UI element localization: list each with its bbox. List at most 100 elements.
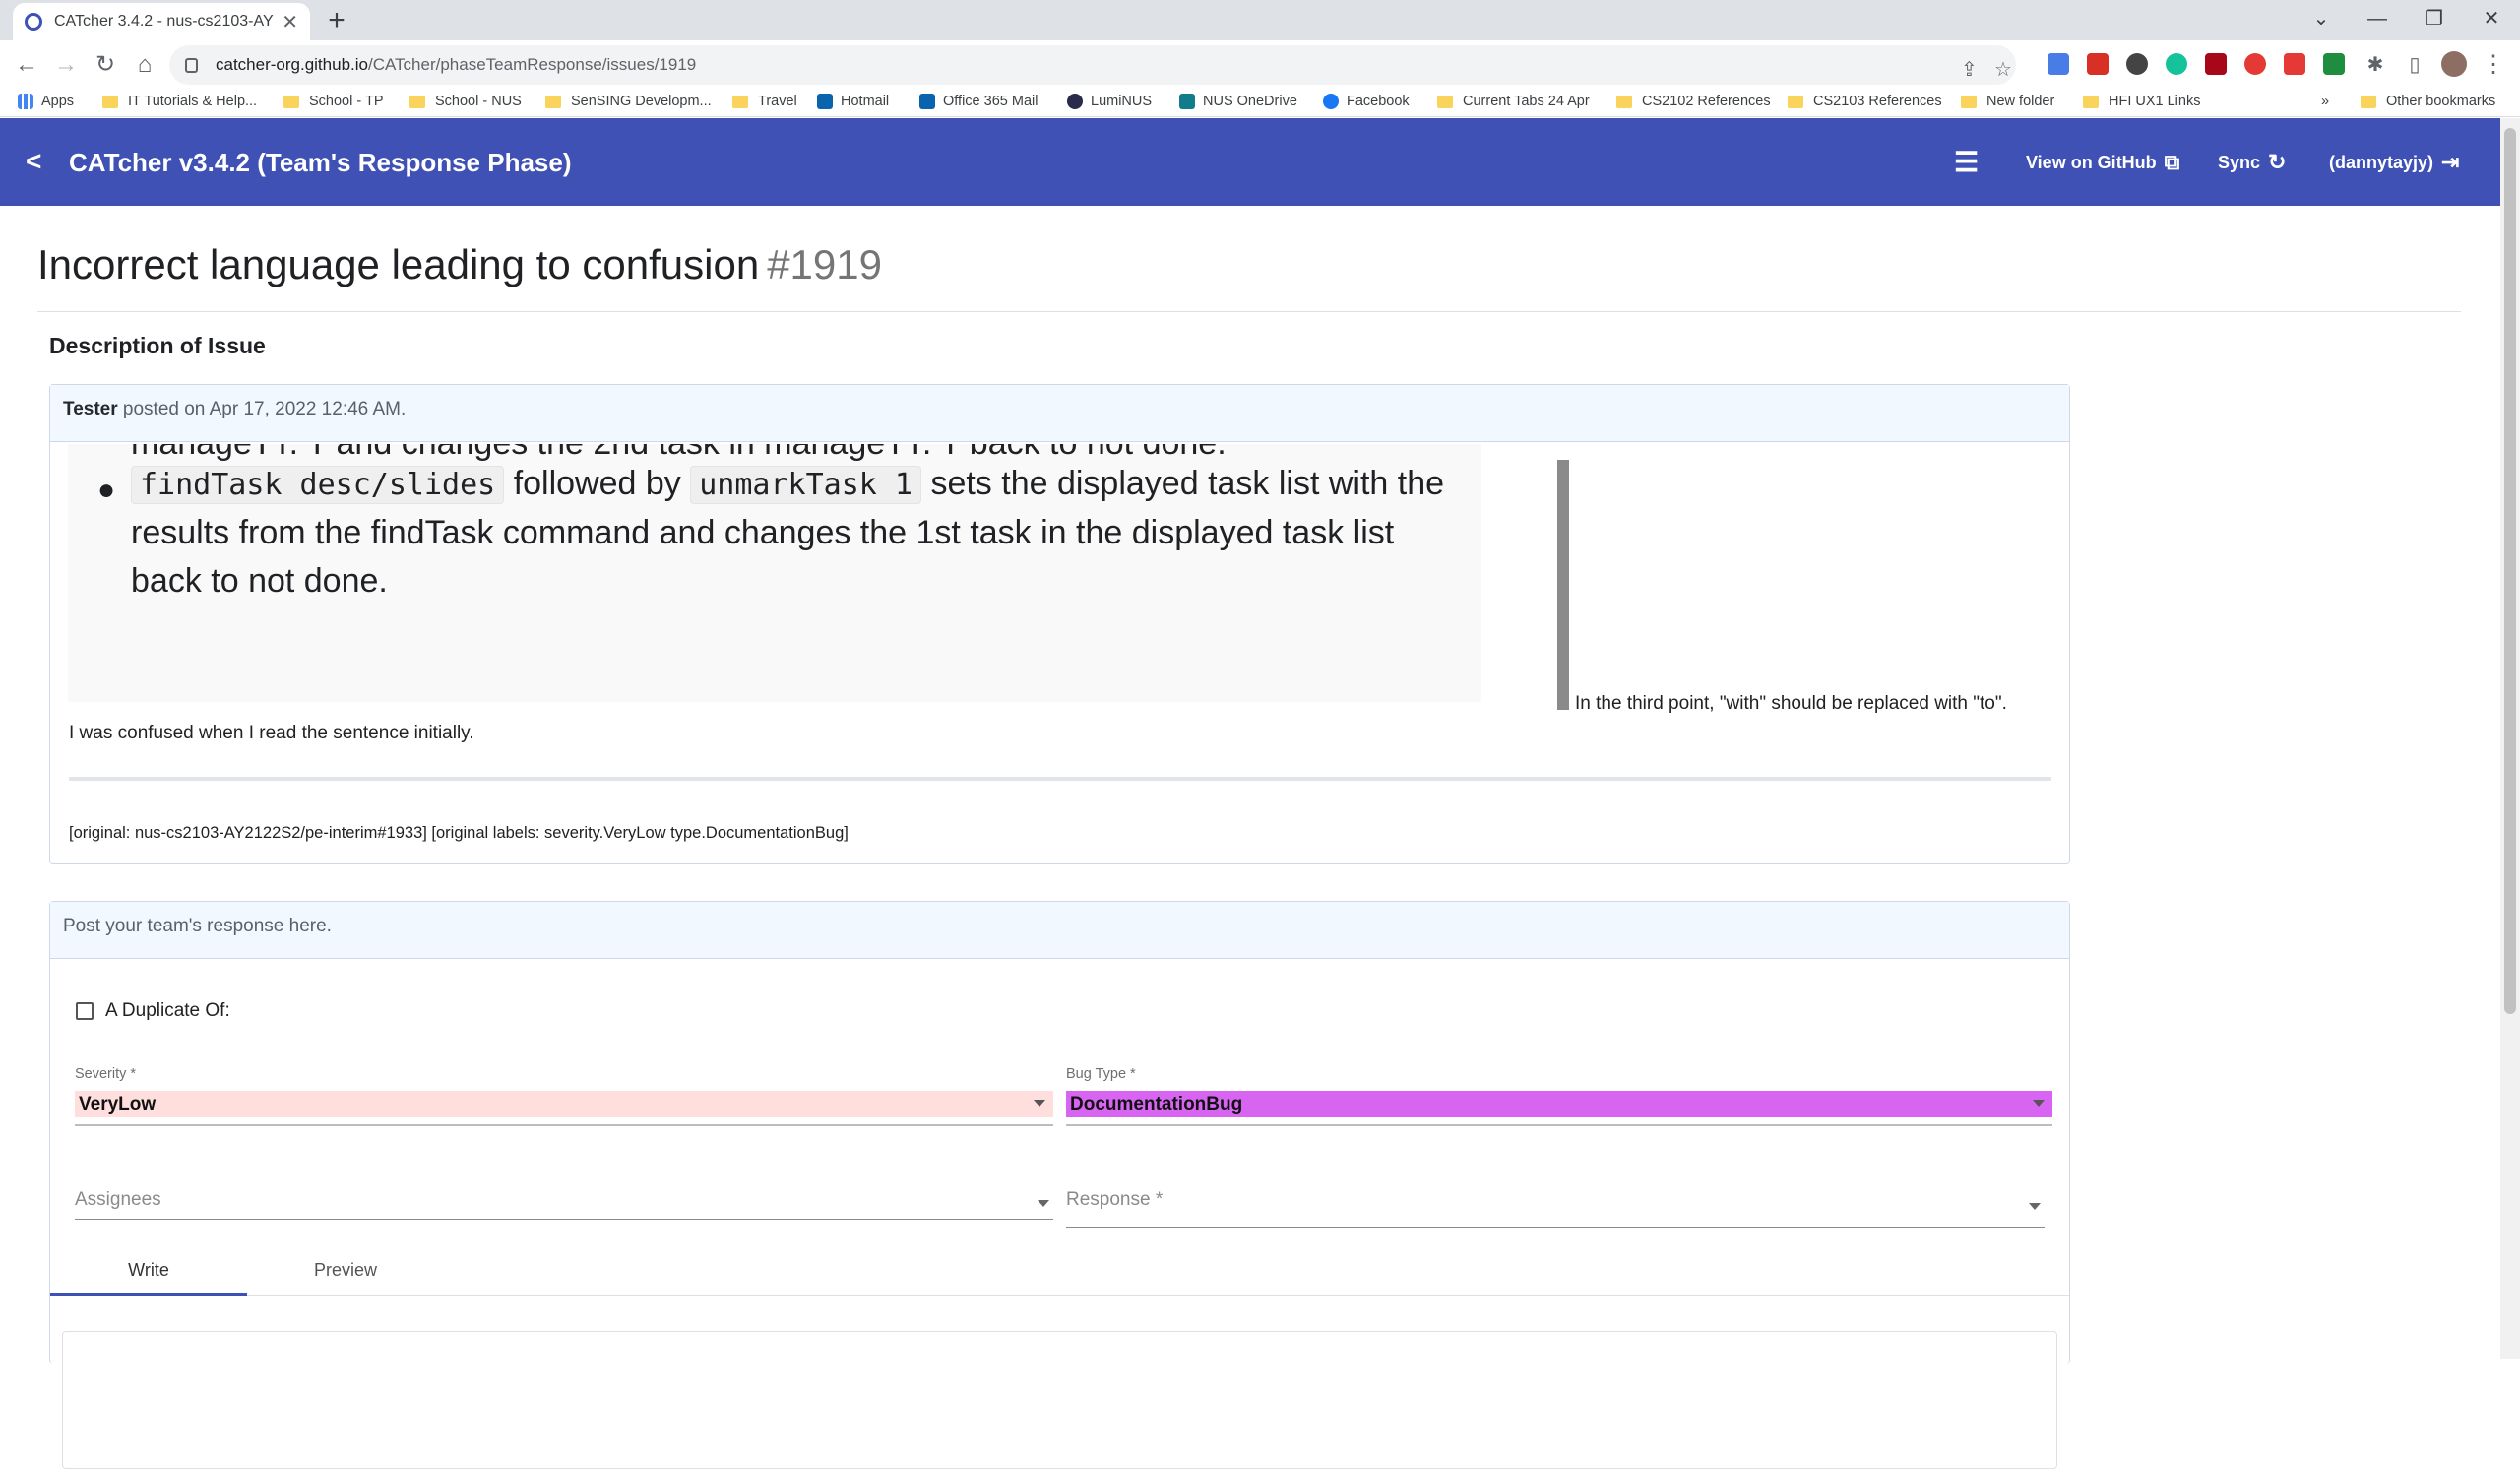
bookmark-label: Office 365 Mail: [943, 94, 1039, 109]
red-extension-icon[interactable]: [2284, 53, 2305, 75]
severity-underline: [75, 1124, 1053, 1126]
description-heading: Description of Issue: [49, 333, 266, 358]
sync-label: Sync: [2218, 152, 2261, 172]
browser-toolbar: ← → ↻ ⌂ catcher-org.github.io/CATcher/ph…: [0, 40, 2520, 90]
facebook-icon: [1323, 94, 1339, 109]
response-underline: [1066, 1227, 2045, 1228]
folder-icon: [2361, 95, 2376, 108]
team-response-card: Post your team's response here. A Duplic…: [49, 901, 2070, 1469]
bookmarks-overflow-icon[interactable]: »: [2321, 94, 2329, 109]
app-header: < CATcher v3.4.2 (Team's Response Phase)…: [0, 118, 2500, 206]
view-on-github-button[interactable]: View on GitHub ⧉: [2026, 150, 2179, 175]
close-tab-icon[interactable]: ✕: [282, 10, 298, 34]
home-icon[interactable]: ⌂: [130, 50, 159, 80]
bookmark-folder[interactable]: HFI UX1 Links: [2083, 94, 2200, 109]
original-labels-text: [original: nus-cs2103-AY2122S2/pe-interi…: [69, 824, 849, 842]
bookmark-folder[interactable]: School - NUS: [410, 94, 522, 109]
url-host: catcher-org.github.io: [216, 55, 368, 74]
bookmark-label: NUS OneDrive: [1203, 94, 1297, 109]
issue-comment-text: I was confused when I read the sentence …: [69, 723, 474, 743]
bookmark-folder[interactable]: CS2103 References: [1788, 94, 1942, 109]
folder-icon: [284, 95, 299, 108]
pdf-extension-icon[interactable]: [2087, 53, 2109, 75]
forward-icon[interactable]: →: [51, 50, 81, 80]
bugtype-select[interactable]: DocumentationBug: [1066, 1091, 2052, 1117]
bookmark-star-icon[interactable]: ☆: [1994, 57, 2012, 82]
duplicate-checkbox[interactable]: A Duplicate Of:: [76, 1000, 230, 1022]
response-placeholder: Response *: [1066, 1189, 1164, 1210]
address-bar[interactable]: catcher-org.github.io/CATcher/phaseTeamR…: [169, 45, 2016, 85]
bookmark-folder[interactable]: CS2102 References: [1616, 94, 1771, 109]
tab-write[interactable]: Write: [50, 1248, 247, 1296]
menu-list-icon[interactable]: ☰: [1954, 146, 1979, 178]
bookmark-folder[interactable]: New folder: [1961, 94, 2054, 109]
bookmark-label: Facebook: [1347, 94, 1410, 109]
bookmark-label: SenSING Developm...: [571, 94, 712, 109]
tab-search-icon[interactable]: ⌄: [2301, 4, 2341, 33]
side-panel-icon[interactable]: ▯: [2400, 50, 2429, 80]
bookmark-folder[interactable]: SenSING Developm...: [545, 94, 712, 109]
issue-card-header: Tester posted on Apr 17, 2022 12:46 AM.: [50, 385, 2069, 442]
bookmark-folder[interactable]: IT Tutorials & Help...: [102, 94, 257, 109]
response-select[interactable]: Response *: [1066, 1189, 2045, 1219]
bugtype-dropdown-icon: [2033, 1100, 2045, 1107]
bookmark-folder[interactable]: School - TP: [284, 94, 384, 109]
bugtype-label: Bug Type *: [1066, 1066, 1136, 1082]
duplicate-label: A Duplicate Of:: [105, 1000, 230, 1021]
checkbox-box[interactable]: [76, 1002, 94, 1020]
bookmark-link[interactable]: LumiNUS: [1067, 94, 1152, 109]
bookmark-link[interactable]: Facebook: [1323, 94, 1410, 109]
bookmark-link[interactable]: Office 365 Mail: [919, 94, 1038, 109]
outlook-icon: [817, 94, 833, 109]
bookmark-label: Hotmail: [841, 94, 890, 109]
restore-icon[interactable]: ❐: [2415, 4, 2454, 33]
new-tab-button[interactable]: +: [321, 5, 352, 36]
open-in-new-icon: ⧉: [2164, 150, 2180, 174]
s-extension-icon[interactable]: [2244, 53, 2266, 75]
bookmark-folder[interactable]: Current Tabs 24 Apr: [1437, 94, 1590, 109]
chrome-menu-icon[interactable]: ⋮: [2479, 50, 2508, 80]
assignees-select[interactable]: Assignees: [75, 1189, 1053, 1219]
scrollbar-thumb[interactable]: [2504, 128, 2516, 1014]
ublock-extension-icon[interactable]: [2205, 53, 2227, 75]
bookmark-label: School - NUS: [435, 94, 522, 109]
apps-grid-icon: [18, 94, 33, 109]
back-arrow-icon[interactable]: <: [26, 146, 41, 177]
bullet-dot: ●: [97, 474, 116, 506]
bookmark-folder[interactable]: Travel: [732, 94, 797, 109]
bookmarks-bar: Apps IT Tutorials & Help... School - TP …: [0, 90, 2520, 117]
issue-title-text: Incorrect language leading to confusion: [37, 241, 760, 287]
bookmark-apps[interactable]: Apps: [18, 94, 74, 109]
luminus-icon: [1067, 94, 1083, 109]
check-extension-icon[interactable]: [2323, 53, 2345, 75]
sync-button[interactable]: Sync ↻: [2218, 150, 2286, 175]
folder-icon: [2083, 95, 2099, 108]
screenshot-text: followed by: [513, 465, 681, 502]
tab-preview[interactable]: Preview: [247, 1248, 444, 1296]
bookmark-label: Current Tabs 24 Apr: [1463, 94, 1590, 109]
reload-icon[interactable]: ↻: [91, 50, 120, 80]
severity-select[interactable]: VeryLow: [75, 1091, 1053, 1117]
minimize-icon[interactable]: —: [2358, 4, 2397, 33]
bookmark-label: Apps: [41, 94, 75, 109]
share-icon[interactable]: ⇪: [1961, 57, 1978, 82]
title-divider: [37, 311, 2461, 312]
logout-button[interactable]: (dannytayjy) ⇥: [2329, 150, 2459, 175]
other-bookmarks[interactable]: Other bookmarks: [2361, 94, 2495, 109]
refresh-icon: ↻: [2268, 150, 2287, 174]
response-textarea[interactable]: [62, 1331, 2057, 1469]
response-dropdown-icon: [2029, 1203, 2041, 1210]
window-close-icon[interactable]: ✕: [2472, 4, 2511, 33]
extensions-puzzle-icon[interactable]: ✱: [2361, 50, 2390, 80]
onedrive-icon: [1179, 94, 1195, 109]
back-icon[interactable]: ←: [12, 50, 41, 80]
translate-extension-icon[interactable]: [2048, 53, 2069, 75]
browser-tab[interactable]: CATcher 3.4.2 - nus-cs2103-AY21 ✕: [13, 3, 310, 40]
grammarly-extension-icon[interactable]: [2166, 53, 2187, 75]
bulb-extension-icon[interactable]: [2126, 53, 2148, 75]
bookmark-link[interactable]: Hotmail: [817, 94, 889, 109]
response-prompt: Post your team's response here.: [63, 916, 332, 936]
page-scrollbar[interactable]: [2500, 118, 2520, 1359]
profile-avatar[interactable]: [2441, 51, 2467, 77]
bookmark-link[interactable]: NUS OneDrive: [1179, 94, 1297, 109]
